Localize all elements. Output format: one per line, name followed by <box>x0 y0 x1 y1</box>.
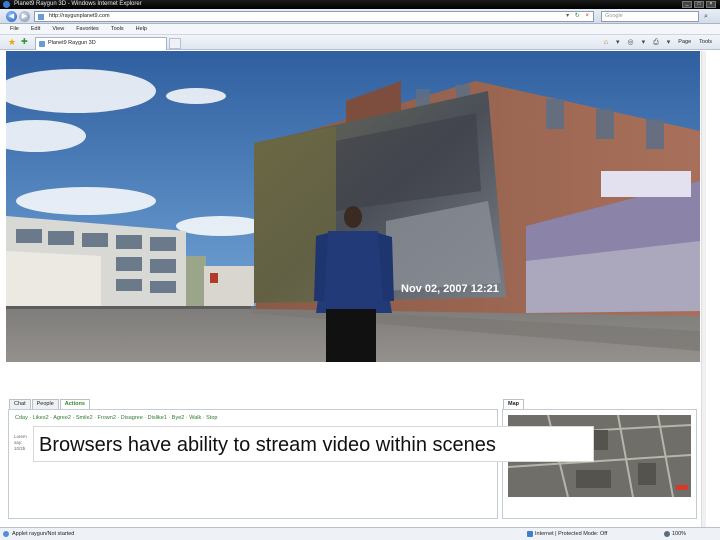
page-menu[interactable]: Page <box>678 37 691 48</box>
tools-menu[interactable]: Tools <box>699 37 712 48</box>
favorites-star-icon[interactable]: ★ <box>8 37 16 47</box>
tab-people[interactable]: People <box>31 399 59 409</box>
stop-icon[interactable]: × <box>585 13 591 19</box>
home-dropdown-icon[interactable]: ▾ <box>616 37 620 48</box>
tab-map[interactable]: Map <box>503 399 524 409</box>
tab-title: Planet9 Raygun 3D <box>48 40 96 46</box>
scene-svg: Nov 02, 2007 12:21 <box>6 51 700 362</box>
command-bar: ⌂ ▾ ◎ ▾ ⎙ ▾ Page Tools <box>604 37 712 48</box>
print-dropdown-icon[interactable]: ▾ <box>667 37 671 48</box>
home-icon[interactable]: ⌂ <box>604 37 608 48</box>
video-timestamp: Nov 02, 2007 12:21 <box>401 283 499 295</box>
browser-window: Planet9 Raygun 3D - Windows Internet Exp… <box>0 0 720 540</box>
tab-page-icon <box>39 41 45 47</box>
slide-caption: Browsers have ability to stream video wi… <box>33 426 594 462</box>
3d-scene-viewport[interactable]: Nov 02, 2007 12:21 <box>6 51 700 362</box>
status-text: Applet raygun/Not started <box>12 531 75 537</box>
tab-planet9[interactable]: Planet9 Raygun 3D <box>35 37 167 50</box>
page-icon <box>38 14 44 20</box>
maximize-button[interactable]: □ <box>694 1 704 8</box>
menu-favorites[interactable]: Favorites <box>76 24 99 34</box>
address-bar[interactable]: http://raygunplanet9.com ▾ ↻ × <box>34 11 594 22</box>
tab-actions[interactable]: Actions <box>59 399 90 409</box>
tab-chat[interactable]: Chat <box>9 399 31 409</box>
forward-button[interactable]: ▶ <box>19 11 30 22</box>
status-bar: Applet raygun/Not started Internet | Pro… <box>0 527 720 540</box>
close-button[interactable]: × <box>706 1 716 8</box>
dropdown-icon[interactable]: ▾ <box>566 13 571 19</box>
new-tab-button[interactable] <box>169 38 181 49</box>
chat-meta: Lorem say: 10/2b <box>14 434 27 452</box>
tab-row: ★ ✚ Planet9 Raygun 3D ⌂ ▾ ◎ ▾ ⎙ ▾ Page T… <box>0 35 720 50</box>
search-input[interactable]: Google <box>601 11 699 22</box>
address-tools: ▾ ↻ × <box>566 12 591 21</box>
menu-tools[interactable]: Tools <box>111 24 124 34</box>
search-icon[interactable]: ⌕ <box>701 12 711 21</box>
menu-edit[interactable]: Edit <box>31 24 40 34</box>
zoom-level[interactable]: 100% <box>672 528 686 540</box>
add-favorite-icon[interactable]: ✚ <box>21 37 28 47</box>
address-row: ◀ ▶ http://raygunplanet9.com ▾ ↻ × Googl… <box>0 9 720 24</box>
ie-logo-icon <box>3 1 10 8</box>
applet-icon <box>3 531 9 537</box>
menu-file[interactable]: File <box>10 24 19 34</box>
menu-bar: File Edit View Favorites Tools Help <box>0 24 720 35</box>
panel-tabs: Chat People Actions <box>9 399 90 409</box>
security-zone[interactable]: Internet | Protected Mode: Off <box>535 528 607 540</box>
internet-zone-icon <box>527 531 533 537</box>
actions-list[interactable]: Cday · Likes2 · Agree2 · Smile2 · Frown2… <box>15 415 217 421</box>
left-building <box>6 216 186 309</box>
minimize-button[interactable]: _ <box>682 1 692 8</box>
title-bar: Planet9 Raygun 3D - Windows Internet Exp… <box>0 0 720 9</box>
chat-meta-line: 10/2b <box>14 446 26 451</box>
window-title: Planet9 Raygun 3D - Windows Internet Exp… <box>14 1 142 7</box>
address-url: http://raygunplanet9.com <box>49 13 110 19</box>
back-button[interactable]: ◀ <box>6 11 17 22</box>
zoom-icon <box>664 531 670 537</box>
window-controls: _ □ × <box>682 1 716 8</box>
menu-view[interactable]: View <box>52 24 64 34</box>
print-icon[interactable]: ⎙ <box>653 37 659 48</box>
menu-help[interactable]: Help <box>136 24 147 34</box>
refresh-icon[interactable]: ↻ <box>575 13 582 19</box>
scrollbar[interactable] <box>701 51 706 527</box>
feeds-icon[interactable]: ◎ <box>628 37 634 48</box>
feeds-dropdown-icon[interactable]: ▾ <box>642 37 646 48</box>
